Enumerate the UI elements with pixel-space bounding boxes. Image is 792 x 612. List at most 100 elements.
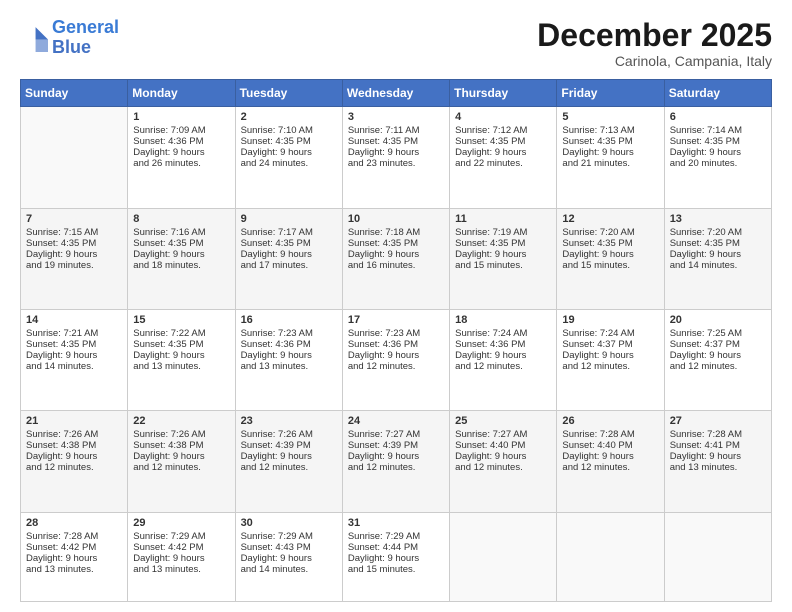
day-info-line: Daylight: 9 hours [133, 249, 229, 260]
day-info-line: Daylight: 9 hours [562, 350, 658, 361]
day-info-line: Sunset: 4:35 PM [670, 238, 766, 249]
day-number: 16 [241, 314, 337, 326]
day-info-line: Sunset: 4:38 PM [26, 440, 122, 451]
calendar-cell: 24Sunrise: 7:27 AMSunset: 4:39 PMDayligh… [342, 411, 449, 512]
calendar-cell: 11Sunrise: 7:19 AMSunset: 4:35 PMDayligh… [450, 208, 557, 309]
calendar-cell: 6Sunrise: 7:14 AMSunset: 4:35 PMDaylight… [664, 107, 771, 208]
day-number: 2 [241, 111, 337, 123]
location: Carinola, Campania, Italy [537, 53, 772, 69]
day-info-line: Sunset: 4:44 PM [348, 542, 444, 553]
calendar-week-row: 7Sunrise: 7:15 AMSunset: 4:35 PMDaylight… [21, 208, 772, 309]
month-title: December 2025 [537, 18, 772, 53]
day-info-line: Daylight: 9 hours [133, 553, 229, 564]
day-info-line: Sunrise: 7:12 AM [455, 125, 551, 136]
weekday-header: Thursday [450, 80, 557, 107]
calendar-cell: 31Sunrise: 7:29 AMSunset: 4:44 PMDayligh… [342, 512, 449, 601]
day-info-line: Sunrise: 7:22 AM [133, 328, 229, 339]
day-info-line: Sunset: 4:36 PM [455, 339, 551, 350]
day-info-line: Daylight: 9 hours [670, 451, 766, 462]
day-number: 13 [670, 213, 766, 225]
day-number: 25 [455, 415, 551, 427]
day-number: 29 [133, 517, 229, 529]
calendar-cell: 22Sunrise: 7:26 AMSunset: 4:38 PMDayligh… [128, 411, 235, 512]
day-info-line: and 12 minutes. [455, 361, 551, 372]
day-number: 22 [133, 415, 229, 427]
day-info-line: Sunrise: 7:29 AM [348, 531, 444, 542]
day-info-line: Sunrise: 7:20 AM [670, 227, 766, 238]
calendar-cell [21, 107, 128, 208]
day-number: 1 [133, 111, 229, 123]
day-info-line: Daylight: 9 hours [241, 451, 337, 462]
calendar-cell: 25Sunrise: 7:27 AMSunset: 4:40 PMDayligh… [450, 411, 557, 512]
day-info-line: and 14 minutes. [26, 361, 122, 372]
day-info-line: Sunrise: 7:23 AM [348, 328, 444, 339]
day-info-line: Daylight: 9 hours [562, 249, 658, 260]
day-info-line: and 23 minutes. [348, 158, 444, 169]
day-number: 3 [348, 111, 444, 123]
day-info-line: and 12 minutes. [26, 462, 122, 473]
day-info-line: Sunset: 4:35 PM [348, 238, 444, 249]
day-info-line: Sunrise: 7:29 AM [241, 531, 337, 542]
day-info-line: Sunrise: 7:24 AM [562, 328, 658, 339]
calendar-cell: 15Sunrise: 7:22 AMSunset: 4:35 PMDayligh… [128, 310, 235, 411]
day-info-line: Sunrise: 7:16 AM [133, 227, 229, 238]
calendar-cell: 28Sunrise: 7:28 AMSunset: 4:42 PMDayligh… [21, 512, 128, 601]
calendar-cell [664, 512, 771, 601]
day-info-line: Daylight: 9 hours [26, 249, 122, 260]
logo-icon [20, 24, 48, 52]
day-info-line: Daylight: 9 hours [670, 147, 766, 158]
calendar-cell: 18Sunrise: 7:24 AMSunset: 4:36 PMDayligh… [450, 310, 557, 411]
calendar-cell: 10Sunrise: 7:18 AMSunset: 4:35 PMDayligh… [342, 208, 449, 309]
weekday-header: Sunday [21, 80, 128, 107]
day-number: 15 [133, 314, 229, 326]
day-info-line: Sunrise: 7:28 AM [670, 429, 766, 440]
calendar-cell: 2Sunrise: 7:10 AMSunset: 4:35 PMDaylight… [235, 107, 342, 208]
calendar-cell: 29Sunrise: 7:29 AMSunset: 4:42 PMDayligh… [128, 512, 235, 601]
weekday-header: Friday [557, 80, 664, 107]
logo-text: General Blue [52, 18, 119, 58]
day-info-line: Sunset: 4:37 PM [670, 339, 766, 350]
calendar-cell: 13Sunrise: 7:20 AMSunset: 4:35 PMDayligh… [664, 208, 771, 309]
day-info-line: Sunset: 4:36 PM [348, 339, 444, 350]
day-info-line: Daylight: 9 hours [455, 147, 551, 158]
day-info-line: Sunset: 4:39 PM [348, 440, 444, 451]
calendar-cell: 17Sunrise: 7:23 AMSunset: 4:36 PMDayligh… [342, 310, 449, 411]
day-info-line: Sunrise: 7:09 AM [133, 125, 229, 136]
day-number: 17 [348, 314, 444, 326]
day-info-line: Sunset: 4:43 PM [241, 542, 337, 553]
day-info-line: Sunset: 4:35 PM [26, 339, 122, 350]
day-info-line: Sunrise: 7:13 AM [562, 125, 658, 136]
calendar-cell: 20Sunrise: 7:25 AMSunset: 4:37 PMDayligh… [664, 310, 771, 411]
day-info-line: Daylight: 9 hours [348, 451, 444, 462]
day-info-line: Daylight: 9 hours [133, 451, 229, 462]
day-number: 27 [670, 415, 766, 427]
title-block: December 2025 Carinola, Campania, Italy [537, 18, 772, 69]
calendar-cell: 7Sunrise: 7:15 AMSunset: 4:35 PMDaylight… [21, 208, 128, 309]
calendar-header-row: SundayMondayTuesdayWednesdayThursdayFrid… [21, 80, 772, 107]
day-info-line: and 12 minutes. [562, 462, 658, 473]
day-info-line: Sunrise: 7:17 AM [241, 227, 337, 238]
day-info-line: Sunrise: 7:24 AM [455, 328, 551, 339]
day-info-line: Sunset: 4:36 PM [241, 339, 337, 350]
day-info-line: Sunset: 4:37 PM [562, 339, 658, 350]
day-info-line: Sunrise: 7:25 AM [670, 328, 766, 339]
day-info-line: and 17 minutes. [241, 260, 337, 271]
calendar-week-row: 14Sunrise: 7:21 AMSunset: 4:35 PMDayligh… [21, 310, 772, 411]
day-info-line: and 15 minutes. [562, 260, 658, 271]
day-info-line: and 12 minutes. [348, 462, 444, 473]
day-info-line: Daylight: 9 hours [241, 147, 337, 158]
day-info-line: and 24 minutes. [241, 158, 337, 169]
day-info-line: Sunrise: 7:28 AM [26, 531, 122, 542]
calendar-cell: 27Sunrise: 7:28 AMSunset: 4:41 PMDayligh… [664, 411, 771, 512]
calendar-cell: 5Sunrise: 7:13 AMSunset: 4:35 PMDaylight… [557, 107, 664, 208]
day-number: 8 [133, 213, 229, 225]
day-number: 30 [241, 517, 337, 529]
day-info-line: Daylight: 9 hours [348, 553, 444, 564]
day-info-line: Sunset: 4:38 PM [133, 440, 229, 451]
day-info-line: Daylight: 9 hours [348, 249, 444, 260]
weekday-header: Monday [128, 80, 235, 107]
calendar-cell: 30Sunrise: 7:29 AMSunset: 4:43 PMDayligh… [235, 512, 342, 601]
day-number: 26 [562, 415, 658, 427]
page: General Blue December 2025 Carinola, Cam… [0, 0, 792, 612]
weekday-header: Saturday [664, 80, 771, 107]
